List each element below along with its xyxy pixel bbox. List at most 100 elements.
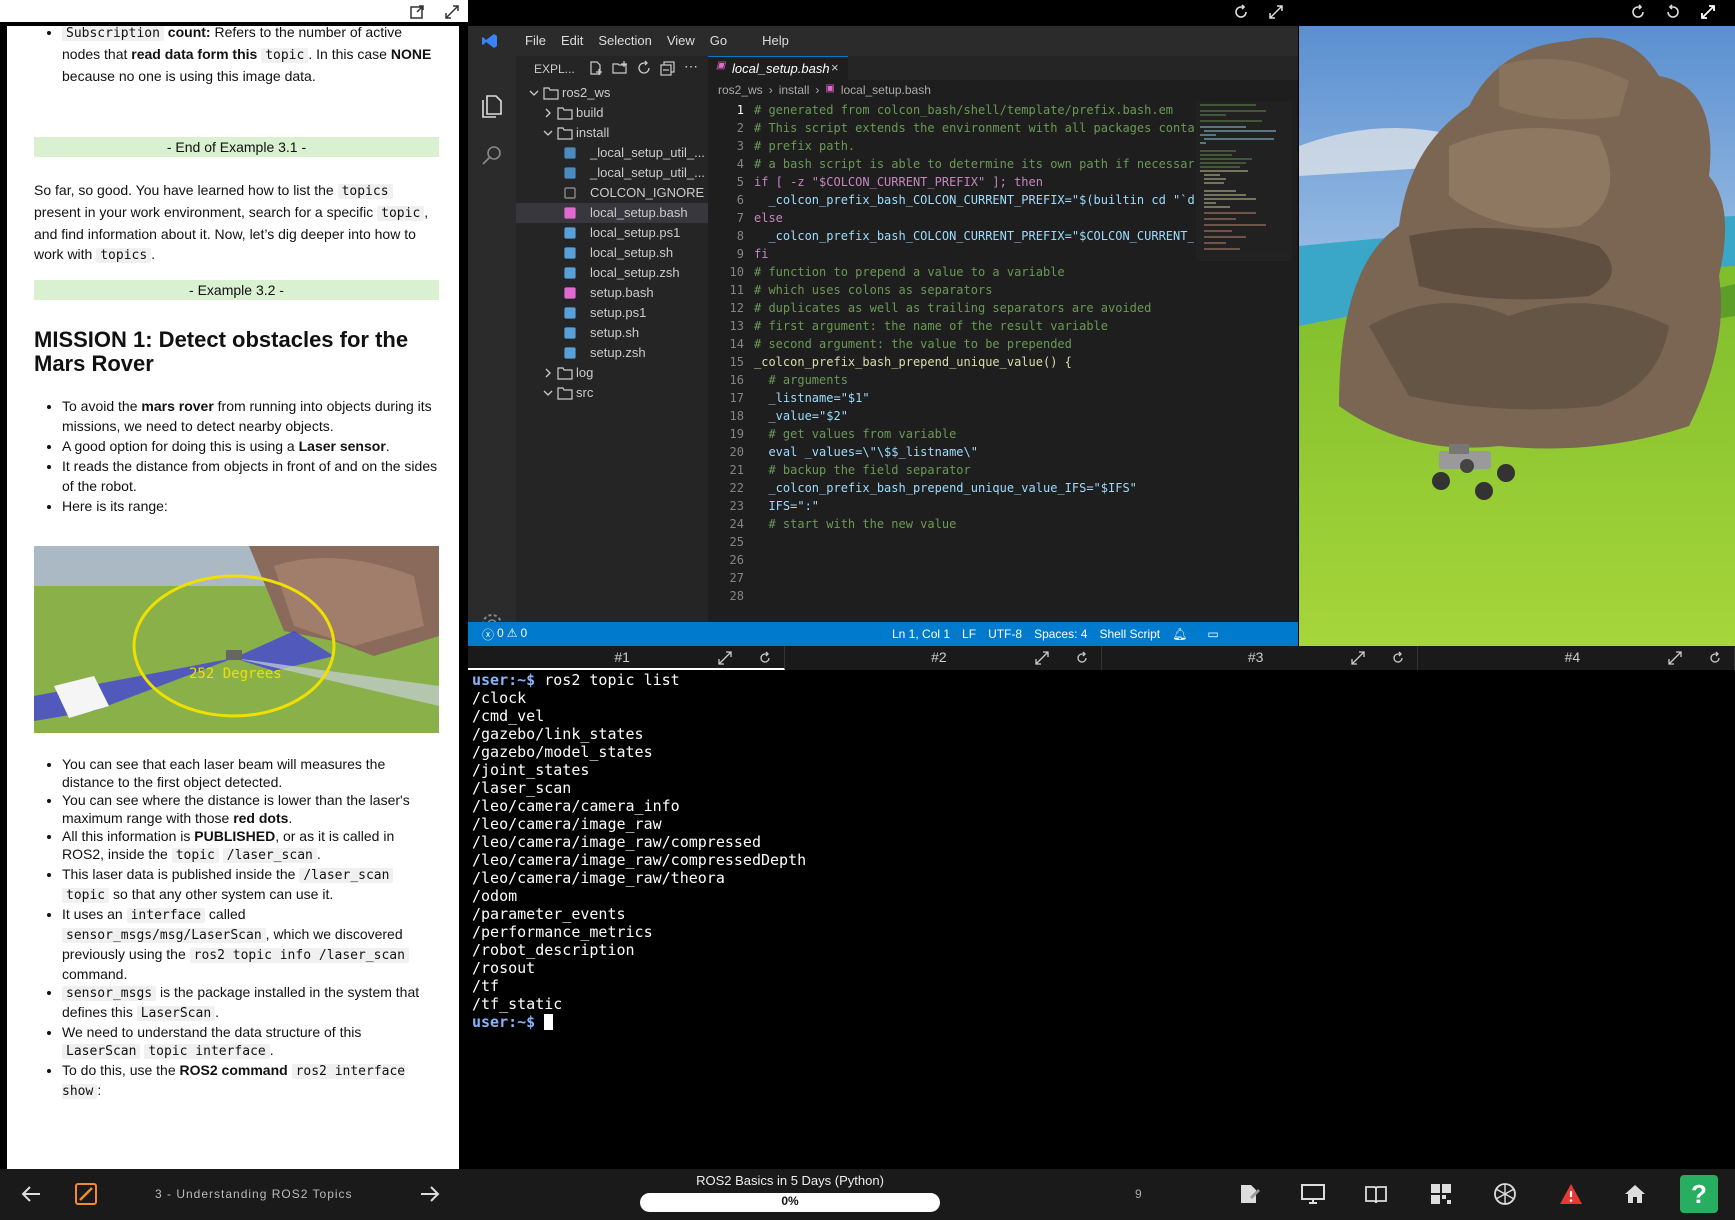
menu-selection[interactable]: Selection	[598, 33, 651, 48]
status-bar: ⓧ 0 ⚠ 0 Ln 1, Col 1 LF UTF-8 Spaces: 4 She…	[468, 622, 1298, 646]
line-number: 16	[729, 373, 744, 387]
tree-item[interactable]: install	[516, 123, 708, 143]
tree-item-label: setup.bash	[590, 285, 654, 300]
tree-item[interactable]: local_setup.zsh	[516, 263, 708, 283]
notebook-toggle-icon[interactable]	[75, 1183, 97, 1205]
home-icon[interactable]	[1624, 1183, 1646, 1205]
bullet-range: Here is its range:	[62, 496, 439, 516]
counter-badge: 9	[1135, 1187, 1142, 1201]
ai-assistant-icon[interactable]	[1492, 1181, 1518, 1207]
tree-item[interactable]: setup.zsh	[516, 343, 708, 363]
terminal-output-line: /tf	[472, 977, 500, 995]
current-unit-title[interactable]: 3 - Understanding ROS2 Topics	[155, 1187, 353, 1201]
eol-indicator[interactable]: LF	[962, 627, 976, 641]
mission-title: MISSION 1: Detect obstacles for the Mars…	[34, 327, 409, 376]
menu-edit[interactable]: Edit	[561, 33, 583, 48]
breadcrumb-item[interactable]: ros2_ws	[718, 83, 763, 97]
reload-terminal-icon[interactable]	[1075, 651, 1089, 665]
menu-go[interactable]: Go	[710, 33, 727, 48]
edit-notes-icon[interactable]	[1238, 1183, 1260, 1205]
language-mode[interactable]: Shell Script	[1099, 627, 1160, 641]
tree-item[interactable]: log	[516, 363, 708, 383]
gazebo-simulation-view[interactable]	[1299, 26, 1735, 646]
help-button[interactable]: ?	[1680, 1175, 1718, 1213]
layout-grid-icon[interactable]	[1430, 1183, 1452, 1205]
new-file-icon[interactable]	[588, 60, 604, 76]
tree-item[interactable]: build	[516, 103, 708, 123]
code-content[interactable]: # generated from colcon_bash/shell/templ…	[754, 101, 1194, 641]
text: A good option for doing this is using a	[62, 438, 299, 454]
tree-item[interactable]: setup.ps1	[516, 303, 708, 323]
search-icon[interactable]	[480, 144, 504, 168]
terminal-tab[interactable]: #3	[1102, 646, 1419, 670]
encoding-indicator[interactable]: UTF-8	[988, 627, 1022, 641]
tree-item[interactable]: COLCON_IGNORE	[516, 183, 708, 203]
explorer-icon[interactable]	[480, 92, 504, 118]
tree-item[interactable]: _local_setup_util_...	[516, 143, 708, 163]
end-example-banner: - End of Example 3.1 -	[34, 137, 439, 157]
tree-item[interactable]: _local_setup_util_...	[516, 163, 708, 183]
bash-file-icon: ▣	[716, 60, 726, 71]
menu-file[interactable]: File	[525, 33, 546, 48]
code-line: # generated from colcon_bash/shell/templ…	[754, 103, 1174, 117]
tree-item[interactable]: setup.sh	[516, 323, 708, 343]
tree-item[interactable]: local_setup.sh	[516, 243, 708, 263]
code-line: _listname="$1"	[754, 391, 870, 405]
notifications-bell-icon[interactable]: 🔔︎	[1172, 627, 1187, 641]
tree-item[interactable]: local_setup.ps1	[516, 223, 708, 243]
expand-ide-icon[interactable]	[1268, 4, 1284, 20]
terminal-tab[interactable]: #4	[1418, 646, 1735, 670]
breadcrumb-item[interactable]: install	[779, 83, 810, 97]
code: topic	[62, 888, 110, 903]
code-line: # which uses colons as separators	[754, 283, 993, 297]
tree-item-label: ros2_ws	[562, 85, 611, 100]
reload-ide-icon[interactable]	[1233, 4, 1249, 20]
desktop-icon[interactable]	[1301, 1183, 1325, 1205]
line-number: 21	[729, 463, 744, 477]
reload-terminal-icon[interactable]	[1708, 651, 1722, 665]
terminal-cursor	[544, 1014, 554, 1030]
code-line: # first argument: the name of the result…	[754, 319, 1109, 333]
collapse-all-icon[interactable]	[660, 60, 676, 76]
expand-notebook-icon[interactable]	[444, 4, 460, 20]
reload-terminal-icon[interactable]	[758, 651, 772, 665]
terminal[interactable]: user:~$ ros2 topic list/clock/cmd_vel/ga…	[468, 670, 1735, 1169]
line-number: 13	[729, 319, 744, 333]
terminal-tab[interactable]: #1	[468, 646, 785, 670]
expand-terminal-icon[interactable]	[1034, 651, 1049, 665]
expand-terminal-icon[interactable]	[1351, 651, 1365, 665]
report-issue-icon[interactable]	[1559, 1183, 1583, 1205]
cursor-position[interactable]: Ln 1, Col 1	[892, 627, 950, 641]
terminal-output-line: /tf_static	[472, 995, 563, 1013]
more-actions-icon[interactable]: ⋯	[684, 58, 698, 75]
text: To avoid the	[62, 398, 142, 414]
breadcrumb-item[interactable]: local_setup.bash	[841, 83, 931, 97]
minimap[interactable]	[1196, 101, 1292, 261]
indent-indicator[interactable]: Spaces: 4	[1034, 627, 1087, 641]
open-new-window-icon[interactable]	[409, 4, 425, 20]
expand-gazebo-icon[interactable]	[1700, 4, 1716, 20]
tree-item-label: setup.sh	[590, 325, 640, 340]
new-folder-icon[interactable]	[612, 60, 628, 76]
menu-view[interactable]: View	[667, 33, 695, 48]
next-unit-arrow-icon[interactable]	[419, 1183, 441, 1205]
reload-terminal-icon[interactable]	[1391, 651, 1405, 665]
expand-terminal-icon[interactable]	[718, 651, 732, 665]
bash-file-icon: ▣	[825, 83, 835, 94]
problems-indicator[interactable]: ⓧ 0 ⚠ 0	[482, 626, 527, 643]
book-icon[interactable]	[1364, 1183, 1388, 1205]
tree-item[interactable]: ros2_ws	[516, 83, 708, 103]
expand-terminal-icon[interactable]	[1668, 651, 1682, 665]
tree-item[interactable]: local_setup.bash	[516, 203, 708, 223]
previous-unit-arrow-icon[interactable]	[20, 1183, 42, 1205]
tree-item[interactable]: setup.bash	[516, 283, 708, 303]
editor-tab-active[interactable]: ▣ local_setup.bash ×	[708, 56, 848, 80]
reload-gazebo-icon[interactable]	[1630, 4, 1646, 20]
terminal-tab[interactable]: #2	[785, 646, 1102, 670]
layout-panel-icon[interactable]: ▭	[1207, 627, 1218, 641]
tree-item[interactable]: src	[516, 383, 708, 403]
reset-simulation-icon[interactable]	[1665, 4, 1681, 20]
refresh-explorer-icon[interactable]	[636, 60, 652, 76]
close-tab-icon[interactable]: ×	[831, 60, 839, 75]
menu-help[interactable]: Help	[762, 33, 789, 48]
